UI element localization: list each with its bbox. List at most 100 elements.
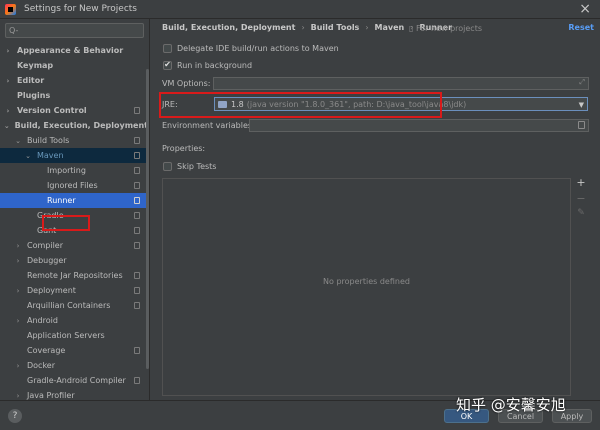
sidebar-item-editor[interactable]: › Editor xyxy=(0,73,148,88)
sidebar-item-remote-jar-repositories[interactable]: Remote Jar Repositories xyxy=(0,268,148,283)
edit-icon[interactable]: ✎ xyxy=(574,208,588,218)
project-scope-icon xyxy=(134,137,140,144)
sidebar-item-gradle-android-compiler[interactable]: Gradle-Android Compiler xyxy=(0,373,148,388)
chevron-down-icon: ⌄ xyxy=(25,151,31,160)
sidebar-item-label: Build Tools xyxy=(27,136,70,145)
sidebar-item-label: Build, Execution, Deployment xyxy=(14,121,148,130)
sidebar-item-plugins[interactable]: Plugins xyxy=(0,88,148,103)
sidebar-item-debugger[interactable]: › Debugger xyxy=(0,253,148,268)
vm-options-label: VM Options: xyxy=(162,79,211,88)
sidebar-item-label: Ignored Files xyxy=(47,181,98,190)
sidebar-item-label: Application Servers xyxy=(27,331,105,340)
sidebar-item-label: Remote Jar Repositories xyxy=(27,271,123,280)
runner-settings-panel: Build, Execution, Deployment › Build Too… xyxy=(151,19,600,400)
project-scope-icon xyxy=(134,167,140,174)
chevron-right-icon: › xyxy=(6,46,10,55)
document-icon: ▯ xyxy=(409,24,416,33)
vm-options-input[interactable]: ⤢ xyxy=(213,77,589,90)
sidebar-item-label: Arquillian Containers xyxy=(27,301,111,310)
properties-label: Properties: xyxy=(162,144,206,153)
sidebar-item-label: Plugins xyxy=(17,91,51,100)
sidebar-item-ignored-files[interactable]: Ignored Files xyxy=(0,178,148,193)
project-scope-icon xyxy=(134,182,140,189)
sidebar-item-compiler[interactable]: › Compiler xyxy=(0,238,148,253)
sidebar-item-label: Runner xyxy=(47,196,76,205)
chevron-down-icon: ⌄ xyxy=(3,121,10,130)
sidebar-item-label: Appearance & Behavior xyxy=(17,46,124,55)
scope-note: ▯ For new projects xyxy=(409,24,482,33)
reset-link[interactable]: Reset xyxy=(568,23,594,32)
sidebar-item-android[interactable]: › Android xyxy=(0,313,148,328)
project-scope-icon xyxy=(134,272,140,279)
remove-icon[interactable]: − xyxy=(574,192,588,205)
sidebar-item-label: Deployment xyxy=(27,286,76,295)
scope-note-label: For new projects xyxy=(415,24,483,33)
sidebar-item-label: Android xyxy=(27,316,58,325)
skip-tests-checkbox-row[interactable]: Skip Tests xyxy=(163,160,216,172)
properties-table[interactable]: No properties defined xyxy=(162,178,571,396)
project-scope-icon xyxy=(134,152,140,159)
env-variables-input[interactable] xyxy=(249,119,589,132)
project-scope-icon xyxy=(134,377,140,384)
project-scope-icon xyxy=(134,287,140,294)
skip-tests-label: Skip Tests xyxy=(177,161,217,171)
run-in-background-checkbox[interactable]: ✔ xyxy=(163,60,172,70)
sidebar-item-java-profiler[interactable]: › Java Profiler xyxy=(0,388,148,400)
intellij-app-icon xyxy=(5,3,16,15)
sidebar-item-maven[interactable]: ⌄ Maven xyxy=(0,148,148,163)
expand-icon[interactable]: ⤢ xyxy=(579,78,585,87)
sidebar-item-deployment[interactable]: › Deployment xyxy=(0,283,148,298)
sidebar-item-label: Importing xyxy=(47,166,86,175)
breadcrumb-item[interactable]: Maven xyxy=(375,23,405,32)
browse-icon[interactable] xyxy=(578,121,585,129)
watermark: 知乎 @安馨安旭 xyxy=(456,396,566,414)
delegate-build-checkbox[interactable] xyxy=(163,43,172,53)
sidebar-item-label: Maven xyxy=(37,151,64,160)
sidebar-item-label: Version Control xyxy=(17,106,87,115)
sidebar-item-version-control[interactable]: › Version Control xyxy=(0,103,148,118)
sidebar-item-importing[interactable]: Importing xyxy=(0,163,148,178)
settings-sidebar: Q- › Appearance & Behavior Keymap › Edit… xyxy=(0,19,150,400)
project-scope-icon xyxy=(134,197,140,204)
runner-highlight-box xyxy=(42,215,90,231)
sidebar-item-label: Debugger xyxy=(27,256,67,265)
sidebar-item-application-servers[interactable]: Application Servers xyxy=(0,328,148,343)
add-icon[interactable]: + xyxy=(574,176,588,189)
run-in-background-label: Run in background xyxy=(177,60,253,70)
delegate-build-label: Delegate IDE build/run actions to Maven xyxy=(177,43,339,53)
sidebar-item-arquillian-containers[interactable]: Arquillian Containers xyxy=(0,298,148,313)
sidebar-item-label: Editor xyxy=(17,76,45,85)
project-scope-icon xyxy=(134,347,140,354)
search-icon: Q- xyxy=(9,26,19,35)
project-scope-icon xyxy=(134,107,140,114)
sidebar-scrollbar[interactable] xyxy=(146,69,149,369)
chevron-right-icon: › xyxy=(16,286,20,295)
close-icon[interactable]: × xyxy=(579,1,591,17)
breadcrumb-item[interactable]: Build Tools xyxy=(311,23,360,32)
project-scope-icon xyxy=(134,302,140,309)
run-in-background-checkbox-row[interactable]: ✔ Run in background xyxy=(163,59,252,71)
title-bar: Settings for New Projects × xyxy=(0,0,600,19)
chevron-right-icon: › xyxy=(16,391,20,400)
sidebar-item-appearance[interactable]: › Appearance & Behavior xyxy=(0,43,148,58)
sidebar-item-runner[interactable]: Runner xyxy=(0,193,148,208)
sidebar-item-docker[interactable]: › Docker xyxy=(0,358,148,373)
project-scope-icon xyxy=(134,227,140,234)
chevron-right-icon: › xyxy=(16,361,20,370)
delegate-build-checkbox-row[interactable]: Delegate IDE build/run actions to Maven xyxy=(163,42,339,54)
jre-highlight-box xyxy=(159,92,442,118)
sidebar-item-label: Docker xyxy=(27,361,56,370)
help-icon[interactable]: ? xyxy=(8,409,22,423)
chevron-down-icon: ⌄ xyxy=(15,136,21,145)
breadcrumb-item[interactable]: Build, Execution, Deployment xyxy=(162,23,295,32)
sidebar-item-label: Java Profiler xyxy=(27,391,75,400)
project-scope-icon xyxy=(134,242,140,249)
sidebar-item-keymap[interactable]: Keymap xyxy=(0,58,148,73)
sidebar-item-build-tools[interactable]: ⌄ Build Tools xyxy=(0,133,148,148)
skip-tests-checkbox[interactable] xyxy=(163,161,172,171)
search-input[interactable]: Q- xyxy=(5,23,144,38)
breadcrumb-separator: › xyxy=(365,23,369,32)
window-title: Settings for New Projects xyxy=(24,4,137,14)
sidebar-item-coverage[interactable]: Coverage xyxy=(0,343,148,358)
sidebar-item-build-execution-deployment[interactable]: ⌄ Build, Execution, Deployment xyxy=(0,118,148,133)
